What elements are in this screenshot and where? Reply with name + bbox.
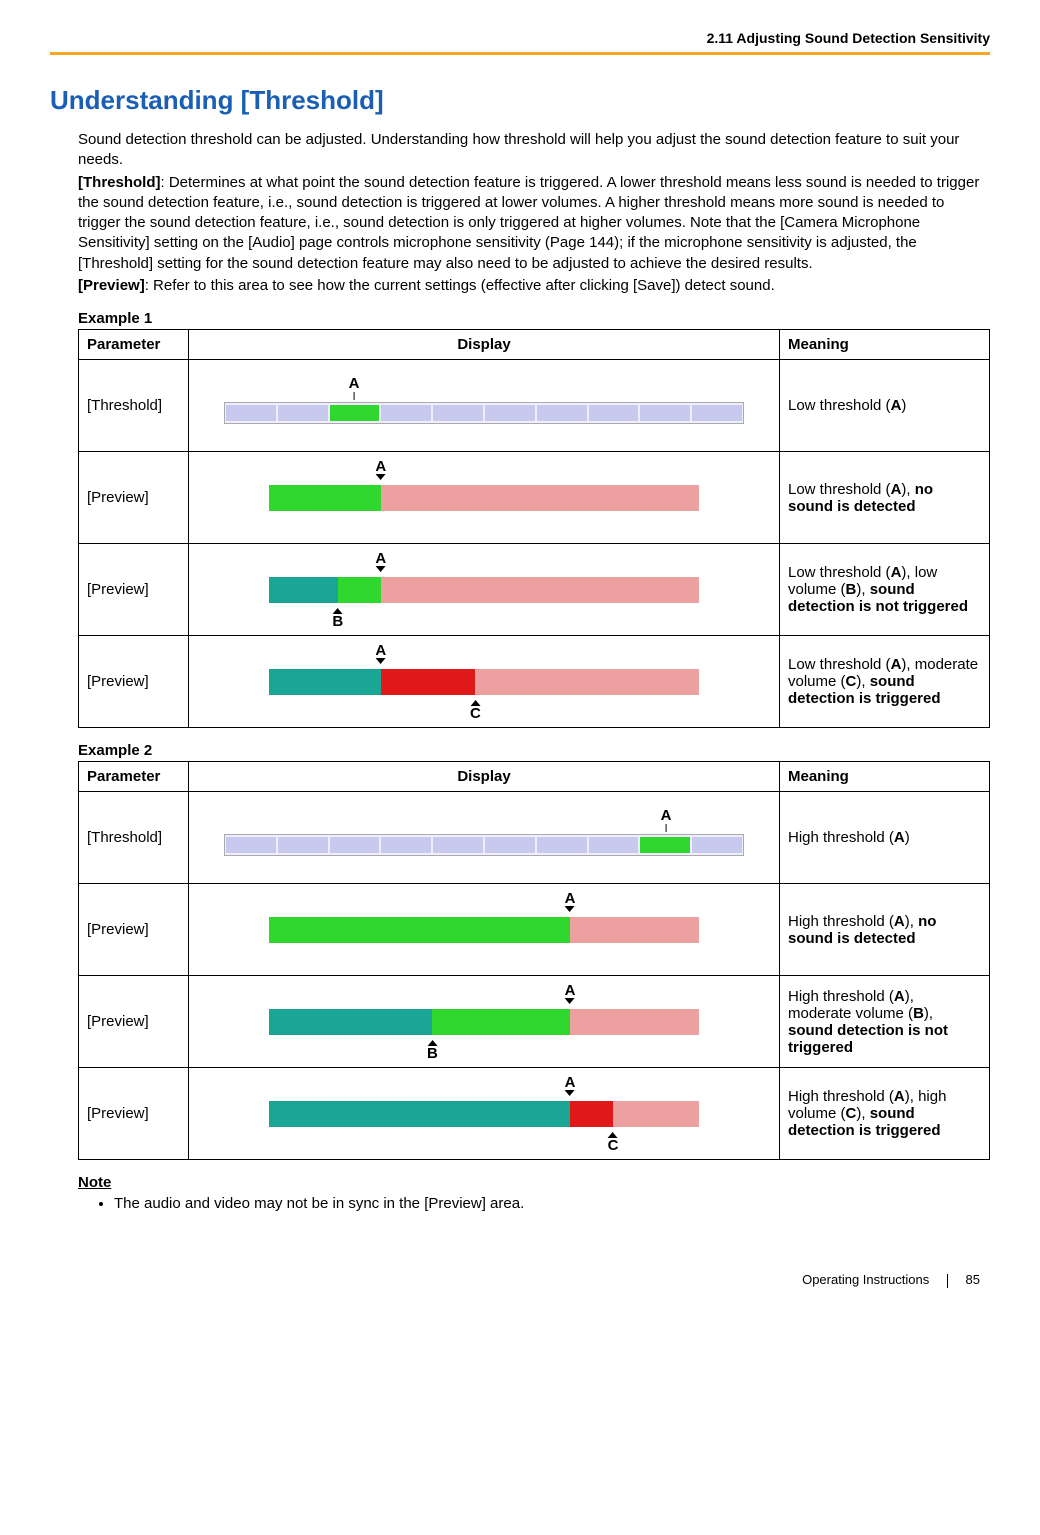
table-row: [Preview] A B High threshold (A), modera… <box>79 976 990 1068</box>
preview-text: : Refer to this area to see how the curr… <box>145 277 775 294</box>
cell-meaning: Low threshold (A), moderate volume (C), … <box>780 636 990 728</box>
col-parameter: Parameter <box>79 330 189 360</box>
marker-a: A <box>565 1075 576 1096</box>
cell-display: A C <box>189 1068 780 1160</box>
cell-param: [Preview] <box>79 544 189 636</box>
cell-param: [Preview] <box>79 1068 189 1160</box>
page-footer: Operating Instructions 85 <box>50 1272 990 1288</box>
preview-bar: A C <box>269 1101 699 1127</box>
marker-c: C <box>470 700 481 721</box>
table-row: [Preview] A Low threshold (A), no sound … <box>79 452 990 544</box>
preview-bar: A B <box>269 577 699 603</box>
cell-display: A <box>189 360 780 452</box>
cell-display: A B <box>189 976 780 1068</box>
marker-b: B <box>332 608 343 629</box>
threshold-slider: A <box>224 834 744 856</box>
cell-meaning: High threshold (A), moderate volume (B),… <box>780 976 990 1068</box>
marker-a: A <box>565 891 576 912</box>
table-row: [Preview] A C High threshold (A), high v… <box>79 1068 990 1160</box>
footer-doc-title: Operating Instructions <box>802 1272 929 1287</box>
note-list: The audio and video may not be in sync i… <box>114 1195 990 1212</box>
cell-param: [Preview] <box>79 976 189 1068</box>
page-title: Understanding [Threshold] <box>50 85 990 116</box>
cell-meaning: High threshold (A), no sound is detected <box>780 884 990 976</box>
cell-display: A C <box>189 636 780 728</box>
cell-param: [Preview] <box>79 884 189 976</box>
table-header-row: Parameter Display Meaning <box>79 762 990 792</box>
marker-b: B <box>427 1040 438 1061</box>
header-rule <box>50 52 990 55</box>
col-meaning: Meaning <box>780 762 990 792</box>
cell-display: A B <box>189 544 780 636</box>
col-display: Display <box>189 762 780 792</box>
note-heading: Note <box>78 1174 990 1191</box>
cell-param: [Preview] <box>79 452 189 544</box>
note-item: The audio and video may not be in sync i… <box>114 1195 990 1212</box>
label-a: A <box>349 375 360 392</box>
preview-bar: A C <box>269 669 699 695</box>
preview-label: [Preview] <box>78 277 145 294</box>
threshold-slider: A <box>224 402 744 424</box>
intro-paragraph: Sound detection threshold can be adjuste… <box>78 130 990 171</box>
example1-heading: Example 1 <box>78 310 990 327</box>
example1-table: Parameter Display Meaning [Threshold] A … <box>78 329 990 728</box>
threshold-label: [Threshold] <box>78 174 161 191</box>
preview-bar: A <box>269 485 699 511</box>
cell-meaning: Low threshold (A), low volume (B), sound… <box>780 544 990 636</box>
table-row: [Preview] A High threshold (A), no sound… <box>79 884 990 976</box>
threshold-paragraph: [Threshold]: Determines at what point th… <box>78 173 990 274</box>
cell-param: [Threshold] <box>79 360 189 452</box>
cell-display: A <box>189 884 780 976</box>
preview-bar: A <box>269 917 699 943</box>
preview-bar: A B <box>269 1009 699 1035</box>
table-header-row: Parameter Display Meaning <box>79 330 990 360</box>
footer-page-number: 85 <box>966 1272 980 1287</box>
example2-table: Parameter Display Meaning [Threshold] A … <box>78 761 990 1160</box>
table-row: [Threshold] A Low threshold (A) <box>79 360 990 452</box>
marker-a: A <box>349 376 360 400</box>
preview-paragraph: [Preview]: Refer to this area to see how… <box>78 276 990 296</box>
table-row: [Preview] A C Low threshold (A), moderat… <box>79 636 990 728</box>
col-display: Display <box>189 330 780 360</box>
marker-a: A <box>375 459 386 480</box>
cell-meaning: Low threshold (A) <box>780 360 990 452</box>
example2-heading: Example 2 <box>78 742 990 759</box>
cell-display: A <box>189 792 780 884</box>
threshold-text: : Determines at what point the sound det… <box>78 174 979 272</box>
cell-display: A <box>189 452 780 544</box>
section-header: 2.11 Adjusting Sound Detection Sensitivi… <box>50 30 990 46</box>
marker-a: A <box>375 551 386 572</box>
marker-a: A <box>661 808 672 832</box>
table-row: [Preview] A B Low threshold (A), low vol… <box>79 544 990 636</box>
cell-meaning: Low threshold (A), no sound is detected <box>780 452 990 544</box>
cell-meaning: High threshold (A), high volume (C), sou… <box>780 1068 990 1160</box>
cell-meaning: High threshold (A) <box>780 792 990 884</box>
marker-a: A <box>375 643 386 664</box>
table-row: [Threshold] A High threshold (A) <box>79 792 990 884</box>
cell-param: [Threshold] <box>79 792 189 884</box>
col-meaning: Meaning <box>780 330 990 360</box>
marker-c: C <box>608 1132 619 1153</box>
cell-param: [Preview] <box>79 636 189 728</box>
marker-a: A <box>565 983 576 1004</box>
col-parameter: Parameter <box>79 762 189 792</box>
